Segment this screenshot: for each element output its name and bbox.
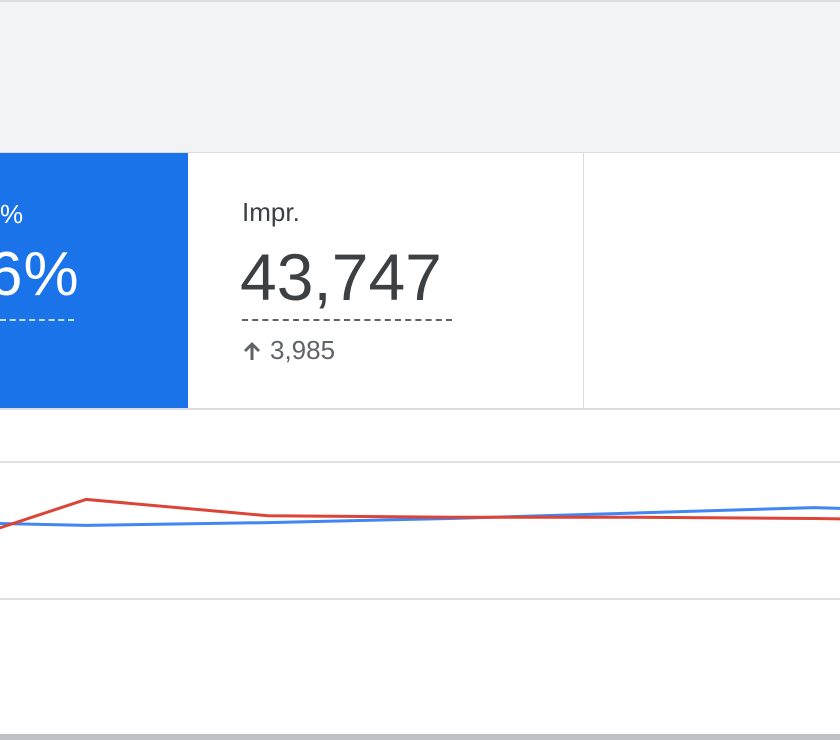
scorecard-underline: [242, 319, 452, 321]
scorecard-underline: [0, 319, 74, 321]
scorecard-delta: 3,985: [242, 335, 335, 366]
toolbar-area: [0, 0, 840, 152]
scorecard-selected[interactable]: % 6%: [0, 153, 188, 408]
scorecard-impressions[interactable]: Impr. 43,747 3,985: [188, 153, 582, 408]
bottom-border: [0, 734, 840, 740]
chart-series-line-2: [0, 497, 840, 530]
scorecard-empty[interactable]: [583, 153, 840, 408]
scorecard-label: Impr.: [242, 197, 300, 227]
line-chart: [0, 497, 840, 530]
arrow-up-icon: [242, 340, 262, 362]
scorecard-value: 43,747: [240, 240, 442, 314]
scorecards-row: % 6% Impr. 43,747 3,985: [0, 153, 840, 408]
delta-value: 3,985: [270, 335, 336, 365]
scorecard-label: %: [0, 199, 24, 229]
performance-chart: [0, 410, 840, 734]
scorecard-value: 6%: [0, 240, 80, 309]
campaign-overview: % 6% Impr. 43,747 3,985: [0, 0, 840, 740]
